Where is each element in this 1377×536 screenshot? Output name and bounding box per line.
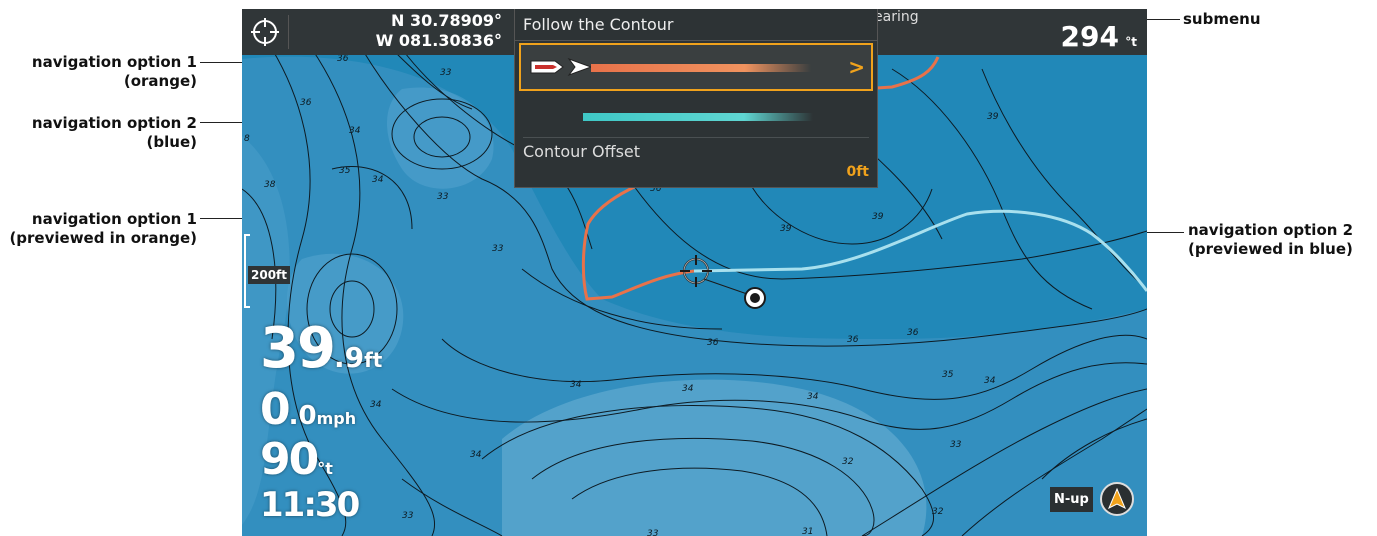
boat-position-icon xyxy=(744,287,766,309)
contour-label: 35 xyxy=(942,370,954,380)
contour-label: 32 xyxy=(932,507,944,517)
contour-label: 31 xyxy=(802,527,813,536)
contour-label: 34 xyxy=(349,126,361,136)
speed-unit: mph xyxy=(316,409,357,428)
map-scale: 200ft xyxy=(248,266,291,284)
contour-label: 36 xyxy=(847,335,859,345)
gps-crosshair-icon[interactable] xyxy=(250,17,280,47)
longitude-readout: W 081.30836° xyxy=(375,31,502,50)
contour-offset-value[interactable]: 0ft xyxy=(846,164,869,180)
compass-icon[interactable] xyxy=(1100,482,1134,516)
contour-label: 35 xyxy=(339,166,351,176)
callout-nav2: navigation option 2 (blue) xyxy=(0,114,197,152)
callout-nav1: navigation option 1 (orange) xyxy=(0,53,197,91)
bearing-unit: °t xyxy=(1125,35,1137,49)
follow-contour-submenu: Follow the Contour > Contour Offset 0ft xyxy=(514,9,878,188)
contour-label: 34 xyxy=(682,384,694,394)
callout-nav2-line1: navigation option 2 xyxy=(31,114,197,132)
contour-label: 39 xyxy=(872,212,884,222)
bearing-value: 294 xyxy=(1060,20,1119,53)
callout-nav1-preview: navigation option 1 (previewed in orange… xyxy=(0,210,197,248)
heading-readout: 90°t xyxy=(260,437,333,492)
contour-label: 34 xyxy=(370,400,382,410)
blue-route-swatch xyxy=(583,113,813,121)
contour-label: 34 xyxy=(570,380,582,390)
callout-nav1-preview-line1: navigation option 1 xyxy=(31,210,197,228)
depth-decimal: .9 xyxy=(333,341,365,374)
submenu-chevron-icon[interactable]: > xyxy=(848,55,865,79)
speed-decimal: .0 xyxy=(288,401,317,431)
contour-label: 34 xyxy=(807,392,819,402)
orientation-label[interactable]: N-up xyxy=(1050,487,1093,512)
navigation-option-orange[interactable]: > xyxy=(519,43,873,91)
contour-label: 33 xyxy=(440,68,452,78)
contour-label: 33 xyxy=(402,511,414,521)
contour-label: 36 xyxy=(337,54,349,64)
heading-unit: °t xyxy=(317,459,333,478)
heading-value: 90 xyxy=(260,434,319,485)
callout-nav2-line2: (blue) xyxy=(146,133,197,151)
orange-route-swatch xyxy=(591,64,811,72)
chart-screen[interactable]: 36 33 36 34 33 38 35 34 33 36 39 39 39 3… xyxy=(242,9,1147,536)
divider xyxy=(288,15,289,49)
navigation-option-blue[interactable] xyxy=(519,93,873,133)
contour-label: 39 xyxy=(780,224,792,234)
latitude-readout: N 30.78909° xyxy=(391,11,502,30)
contour-label: 36 xyxy=(300,98,312,108)
callout-nav1-line1: navigation option 1 xyxy=(31,53,197,71)
depth-unit: ft xyxy=(364,348,383,372)
contour-label: 36 xyxy=(707,338,719,348)
depth-readout: 39.9ft xyxy=(260,319,382,390)
callout-nav1-line2: (orange) xyxy=(123,72,197,90)
contour-label: 34 xyxy=(984,376,996,386)
contour-label: 38 xyxy=(264,180,276,190)
contour-label: 34 xyxy=(372,175,384,185)
contour-label: 33 xyxy=(647,529,659,536)
bearing-label: earing xyxy=(874,9,919,25)
contour-label: 32 xyxy=(842,457,854,467)
boat-arrow-icon xyxy=(530,57,593,77)
callout-submenu: submenu xyxy=(1183,10,1261,28)
contour-label: 8 xyxy=(244,134,250,144)
callout-nav2-preview-line1: navigation option 2 xyxy=(1188,221,1354,239)
contour-label: 33 xyxy=(950,440,962,450)
contour-label: 36 xyxy=(907,328,919,338)
callout-nav1-preview-line2: (previewed in orange) xyxy=(9,229,197,247)
contour-offset-label: Contour Offset xyxy=(523,142,641,161)
north-arrow-icon xyxy=(1108,487,1126,510)
contour-label: 33 xyxy=(437,192,449,202)
submenu-title: Follow the Contour xyxy=(523,15,674,34)
submenu-divider xyxy=(515,40,877,41)
contour-label: 34 xyxy=(470,450,482,460)
speed-value: 0 xyxy=(260,384,291,435)
callout-nav2-preview-line2: (previewed in blue) xyxy=(1188,240,1353,258)
callout-nav2-preview: navigation option 2 (previewed in blue) xyxy=(1188,221,1353,259)
submenu-divider xyxy=(523,137,869,138)
time-readout: 11:30 xyxy=(260,485,360,525)
contour-label: 33 xyxy=(492,244,504,254)
depth-value: 39 xyxy=(260,316,336,381)
contour-label: 39 xyxy=(987,112,999,122)
